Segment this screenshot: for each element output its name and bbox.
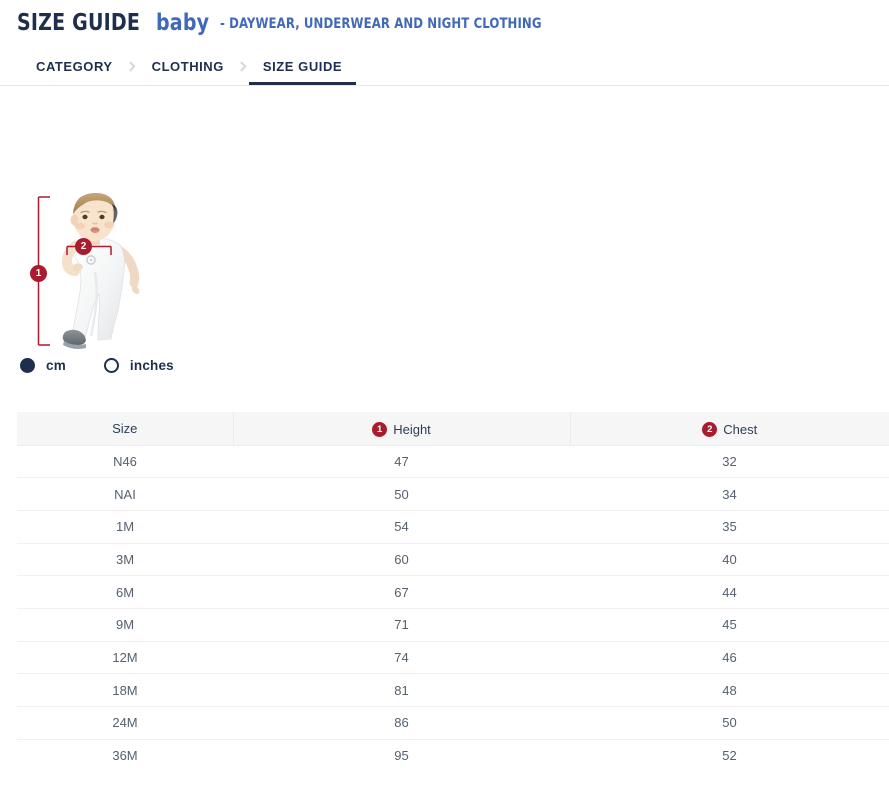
column-header-height[interactable]: 1 Height	[233, 412, 570, 445]
tab-size-guide[interactable]: SIZE GUIDE	[249, 48, 356, 85]
cell-height: 74	[233, 641, 570, 674]
column-header-chest[interactable]: 2 Chest	[570, 412, 889, 445]
cell-size: 9M	[17, 608, 233, 641]
radio-cm[interactable]	[20, 358, 35, 373]
table-row: 36M 95 52	[17, 739, 889, 772]
unit-option-cm-label: cm	[46, 358, 66, 373]
page-title-subtitle: - DAYWEAR, UNDERWEAR AND NIGHT CLOTHING	[220, 17, 542, 32]
cell-chest: 35	[570, 510, 889, 543]
cell-chest: 44	[570, 576, 889, 609]
cell-height: 95	[233, 739, 570, 772]
measurement-figure: 1 2	[17, 186, 187, 351]
table-row: 9M 71 45	[17, 608, 889, 641]
cell-height: 54	[233, 510, 570, 543]
unit-selector: cm inches	[20, 358, 212, 373]
cell-height: 60	[233, 543, 570, 576]
cell-chest: 52	[570, 739, 889, 772]
column-header-chest-label: Chest	[723, 422, 757, 437]
page-title-main: SIZE GUIDE	[17, 12, 140, 35]
page-title-category: baby	[156, 12, 209, 35]
radio-inches[interactable]	[104, 358, 119, 373]
chevron-right-icon	[238, 48, 249, 85]
cell-size: 18M	[17, 674, 233, 707]
cell-size: 3M	[17, 543, 233, 576]
cell-size: 6M	[17, 576, 233, 609]
cell-chest: 46	[570, 641, 889, 674]
chevron-right-icon	[127, 48, 138, 85]
cell-height: 47	[233, 445, 570, 478]
unit-option-cm[interactable]: cm	[20, 358, 66, 373]
cell-height: 86	[233, 707, 570, 740]
table-row: 24M 86 50	[17, 707, 889, 740]
tab-clothing[interactable]: CLOTHING	[138, 48, 238, 85]
column-badge-height: 1	[372, 422, 387, 437]
cell-size: N46	[17, 445, 233, 478]
cell-chest: 45	[570, 608, 889, 641]
column-header-size-label: Size	[112, 421, 137, 436]
size-guide-page: SIZE GUIDE baby - DAYWEAR, UNDERWEAR AND N…	[0, 0, 889, 791]
tab-category-label: CATEGORY	[36, 59, 113, 74]
unit-option-inches-label: inches	[130, 358, 174, 373]
table-row: 3M 60 40	[17, 543, 889, 576]
cell-size: 36M	[17, 739, 233, 772]
cell-chest: 48	[570, 674, 889, 707]
measure-badge-height: 1	[30, 265, 47, 282]
cell-height: 71	[233, 608, 570, 641]
size-table: Size 1 Height 2 Chest	[17, 412, 889, 772]
table-row: N46 47 32	[17, 445, 889, 478]
table-header-row: Size 1 Height 2 Chest	[17, 412, 889, 445]
cell-size: NAI	[17, 478, 233, 511]
tab-category[interactable]: CATEGORY	[22, 48, 127, 85]
cell-height: 50	[233, 478, 570, 511]
table-row: 18M 81 48	[17, 674, 889, 707]
cell-size: 12M	[17, 641, 233, 674]
column-header-size[interactable]: Size	[17, 412, 233, 445]
cell-height: 67	[233, 576, 570, 609]
tab-size-guide-label: SIZE GUIDE	[263, 59, 342, 74]
cell-chest: 50	[570, 707, 889, 740]
page-title: SIZE GUIDE baby - DAYWEAR, UNDERWEAR AND N…	[17, 12, 577, 35]
table-row: 1M 54 35	[17, 510, 889, 543]
breadcrumb: CATEGORY CLOTHING SIZE GUIDE	[0, 48, 889, 86]
table-row: 12M 74 46	[17, 641, 889, 674]
cell-size: 1M	[17, 510, 233, 543]
measure-badge-chest: 2	[75, 238, 92, 255]
cell-size: 24M	[17, 707, 233, 740]
table-row: 6M 67 44	[17, 576, 889, 609]
cell-height: 81	[233, 674, 570, 707]
cell-chest: 34	[570, 478, 889, 511]
tab-clothing-label: CLOTHING	[152, 59, 224, 74]
unit-option-inches[interactable]: inches	[104, 358, 174, 373]
cell-chest: 40	[570, 543, 889, 576]
column-badge-chest: 2	[702, 422, 717, 437]
table-row: NAI 50 34	[17, 478, 889, 511]
column-header-height-label: Height	[393, 422, 431, 437]
cell-chest: 32	[570, 445, 889, 478]
